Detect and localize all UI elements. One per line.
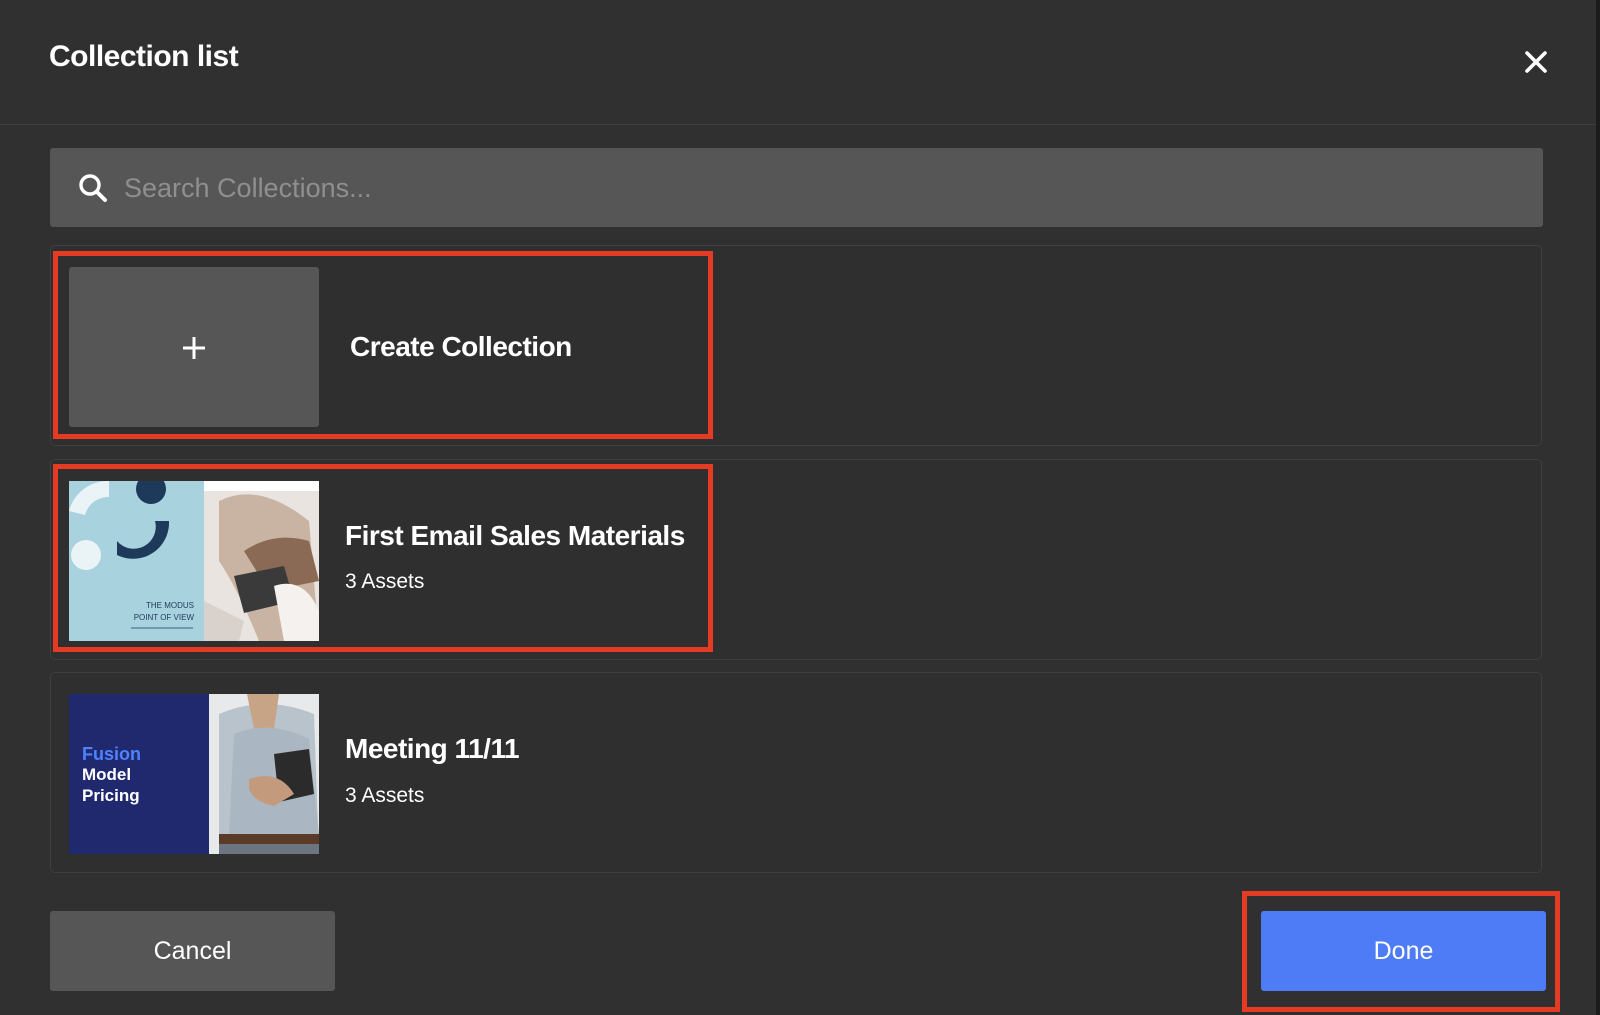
cancel-button[interactable]: Cancel — [50, 911, 335, 991]
thumbnail-text-line: POINT OF VIEW — [134, 613, 195, 622]
create-collection-label[interactable]: Create Collection — [350, 331, 572, 363]
modal-title: Collection list — [49, 40, 239, 73]
modal-header: Collection list — [0, 0, 1596, 125]
collection-thumbnail: THE MODUS POINT OF VIEW — [69, 481, 319, 641]
collection-name[interactable]: Meeting 11/11 — [345, 733, 520, 765]
collection-thumbnail: Fusion Model Pricing — [69, 694, 319, 854]
thumbnail-text-line: Fusion — [82, 744, 141, 764]
close-icon — [1525, 51, 1547, 73]
search-icon — [77, 172, 109, 204]
done-button[interactable]: Done — [1261, 911, 1546, 991]
thumbnail-text-line: Pricing — [82, 786, 140, 805]
collection-name[interactable]: First Email Sales Materials — [345, 520, 685, 552]
create-collection-thumbnail[interactable] — [69, 267, 319, 427]
close-button[interactable] — [1518, 44, 1554, 80]
collection-asset-count: 3 Assets — [345, 784, 425, 807]
thumbnail-text-line: THE MODUS — [146, 601, 194, 610]
thumbnail-text-line: Model — [82, 765, 131, 784]
search-input[interactable] — [124, 160, 1524, 216]
collection-asset-count: 3 Assets — [345, 570, 425, 593]
collection-list-modal: Collection list Create Collection — [0, 0, 1596, 1015]
window-edge — [1596, 0, 1600, 1015]
plus-icon — [183, 337, 205, 359]
